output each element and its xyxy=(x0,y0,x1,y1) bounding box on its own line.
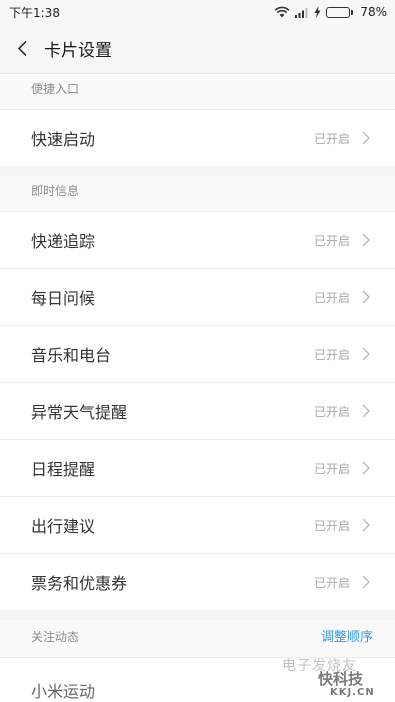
row-status: 已开启 xyxy=(313,575,350,590)
charging-icon xyxy=(314,6,321,18)
chevron-right-icon xyxy=(362,461,370,475)
row-label: 每日问候 xyxy=(31,289,96,308)
battery-icon xyxy=(326,6,354,18)
row-status: 已开启 xyxy=(313,233,350,248)
row-label: 音乐和电台 xyxy=(31,346,112,365)
chevron-right-icon xyxy=(362,404,370,418)
section-spacer xyxy=(0,610,395,620)
chevron-right-icon xyxy=(362,575,370,589)
row-label: 异常天气提醒 xyxy=(31,403,128,422)
row-status: 已开启 xyxy=(313,518,350,533)
battery-percent: 78% xyxy=(360,5,387,19)
section-title: 便捷入口 xyxy=(31,82,80,96)
section-header-following: 关注动态 调整顺序 xyxy=(0,620,395,657)
back-button[interactable] xyxy=(0,24,44,74)
card-row-music-radio[interactable]: 音乐和电台 已开启 xyxy=(0,325,395,382)
status-bar: 下午1:38 78% xyxy=(0,0,395,24)
card-row-daily-greeting[interactable]: 每日问候 已开启 xyxy=(0,268,395,325)
chevron-right-icon xyxy=(362,290,370,304)
chevron-right-icon xyxy=(362,347,370,361)
row-label: 日程提醒 xyxy=(31,460,96,479)
section-title: 关注动态 xyxy=(31,630,80,644)
row-label: 小米运动 xyxy=(31,682,96,701)
status-time: 下午1:38 xyxy=(9,5,60,20)
row-label: 快递追踪 xyxy=(31,232,96,251)
section-header-instant-info: 即时信息 xyxy=(0,176,395,211)
row-label: 出行建议 xyxy=(31,517,96,536)
card-row-mi-fit[interactable]: 小米运动 xyxy=(0,657,395,702)
card-row-travel-advice[interactable]: 出行建议 已开启 xyxy=(0,496,395,553)
card-row-weather-alert[interactable]: 异常天气提醒 已开启 xyxy=(0,382,395,439)
card-row-express-tracking[interactable]: 快递追踪 已开启 xyxy=(0,211,395,268)
chevron-right-icon xyxy=(362,233,370,247)
chevron-right-icon xyxy=(362,518,370,532)
row-status: 已开启 xyxy=(313,131,350,146)
section-title: 即时信息 xyxy=(31,184,80,198)
section-header-quick-entry: 便捷入口 xyxy=(0,75,395,109)
page-title: 卡片设置 xyxy=(44,41,112,61)
card-row-quick-launch[interactable]: 快速启动 已开启 xyxy=(0,109,395,166)
row-status: 已开启 xyxy=(313,290,350,305)
row-status: 已开启 xyxy=(313,347,350,362)
row-status: 已开启 xyxy=(313,461,350,476)
row-status: 已开启 xyxy=(313,404,350,419)
chevron-right-icon xyxy=(362,131,370,145)
card-row-tickets-coupons[interactable]: 票务和优惠券 已开启 xyxy=(0,553,395,610)
signal-icon xyxy=(295,7,308,18)
title-bar: 卡片设置 xyxy=(0,24,395,74)
card-row-schedule-reminder[interactable]: 日程提醒 已开启 xyxy=(0,439,395,496)
wifi-icon xyxy=(274,6,290,18)
status-icons: 78% xyxy=(274,5,387,19)
adjust-order-link[interactable]: 调整顺序 xyxy=(321,626,373,645)
row-label: 快速启动 xyxy=(31,130,96,149)
back-arrow-icon xyxy=(17,40,27,57)
section-spacer xyxy=(0,166,395,176)
row-label: 票务和优惠券 xyxy=(31,574,128,593)
